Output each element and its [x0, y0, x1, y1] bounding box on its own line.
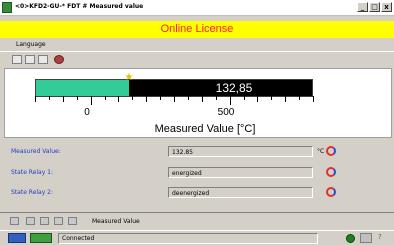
scale-tick: [299, 96, 301, 100]
toolbar-view-icon[interactable]: [12, 55, 22, 64]
state-relay-1-field: energized: [168, 167, 313, 178]
toolbar-record-icon[interactable]: [54, 55, 64, 64]
tab-strip: Measured Value: [0, 212, 394, 229]
nav-last-icon[interactable]: [68, 217, 77, 225]
title-bar: <0>KFD2-GU-* FDT # Measured value _ □ x: [0, 0, 394, 16]
scale-tick: [48, 96, 50, 100]
scale-tick: [313, 96, 314, 102]
meter-scale: [35, 96, 314, 105]
field-unit: °C: [317, 148, 325, 155]
scale-tick: [243, 96, 245, 100]
field-row-relay-1: State Relay 1: energized: [4, 167, 392, 179]
scale-tick: [90, 96, 92, 105]
connection-icon: [30, 233, 52, 243]
field-label: State Relay 1:: [11, 169, 54, 176]
scale-tick: [146, 96, 148, 102]
field-label: Measured Value:: [11, 148, 61, 155]
close-button[interactable]: x: [381, 2, 392, 12]
status-text-box: Connected: [58, 233, 318, 244]
meter-value-text: 132,85: [215, 81, 253, 95]
window-controls: _ □ x: [357, 2, 392, 12]
scale-tick: [201, 96, 203, 102]
state-relay-2-field: deenergized: [168, 187, 313, 198]
help-icon[interactable]: ?: [378, 233, 388, 243]
scale-tick: [62, 96, 64, 102]
scale-tick: [271, 96, 273, 100]
setpoint-marker-icon[interactable]: ★: [125, 73, 134, 83]
minimize-button[interactable]: _: [357, 2, 368, 12]
value-fields: Measured Value: 132.85 °C State Relay 1:…: [4, 140, 392, 210]
app-icon: [2, 2, 12, 13]
field-label: State Relay 2:: [11, 189, 54, 196]
status-bar: Connected ?: [0, 230, 394, 245]
nav-next-icon[interactable]: [54, 217, 63, 225]
menu-bar: Language: [0, 38, 394, 51]
scale-tick: [118, 96, 120, 102]
scale-tick: [215, 96, 217, 100]
scale-tick: [257, 96, 259, 102]
scale-tick: [174, 96, 175, 102]
menu-language[interactable]: Language: [16, 41, 46, 48]
measured-value-field: 132.85: [168, 146, 313, 157]
online-indicator-icon: [346, 234, 355, 243]
refresh-icon[interactable]: [326, 187, 336, 197]
window-title: <0>KFD2-GU-* FDT # Measured value: [15, 3, 144, 10]
scale-tick: [160, 96, 162, 100]
printer-icon[interactable]: [360, 233, 372, 243]
device-icon: [8, 233, 26, 243]
maximize-button[interactable]: □: [369, 2, 380, 12]
scale-tick: [104, 96, 106, 100]
toolbar: [0, 51, 394, 67]
scale-tick: [132, 96, 134, 100]
meter-fill: [36, 80, 129, 96]
refresh-icon[interactable]: [326, 146, 336, 156]
meter-bar: ★ 132,85: [35, 73, 313, 97]
field-row-measured-value: Measured Value: 132.85 °C: [4, 146, 392, 158]
measured-value-meter: ★ 132,85 0 500 Measured Value [°C]: [4, 68, 392, 138]
scale-tick: [35, 96, 36, 102]
license-banner-text: Online License: [160, 23, 234, 35]
nav-first-icon[interactable]: [26, 217, 35, 225]
scale-tick: [285, 96, 287, 102]
nav-prev-icon[interactable]: [40, 217, 49, 225]
scale-tick: [187, 96, 189, 100]
toolbar-table-icon[interactable]: [38, 55, 48, 64]
refresh-icon[interactable]: [326, 167, 336, 177]
toolbar-grid-icon[interactable]: [25, 55, 35, 64]
scale-tick: [76, 96, 78, 100]
tick-label-0: 0: [84, 107, 90, 118]
tick-label-500: 500: [217, 107, 235, 118]
print-icon[interactable]: [10, 217, 19, 225]
license-banner: Online License: [0, 21, 394, 38]
tab-measured-value[interactable]: Measured Value: [92, 218, 140, 225]
meter-unit-label: Measured Value [°C]: [154, 123, 256, 135]
scale-tick: [229, 96, 231, 105]
field-row-relay-2: State Relay 2: deenergized: [4, 187, 392, 199]
